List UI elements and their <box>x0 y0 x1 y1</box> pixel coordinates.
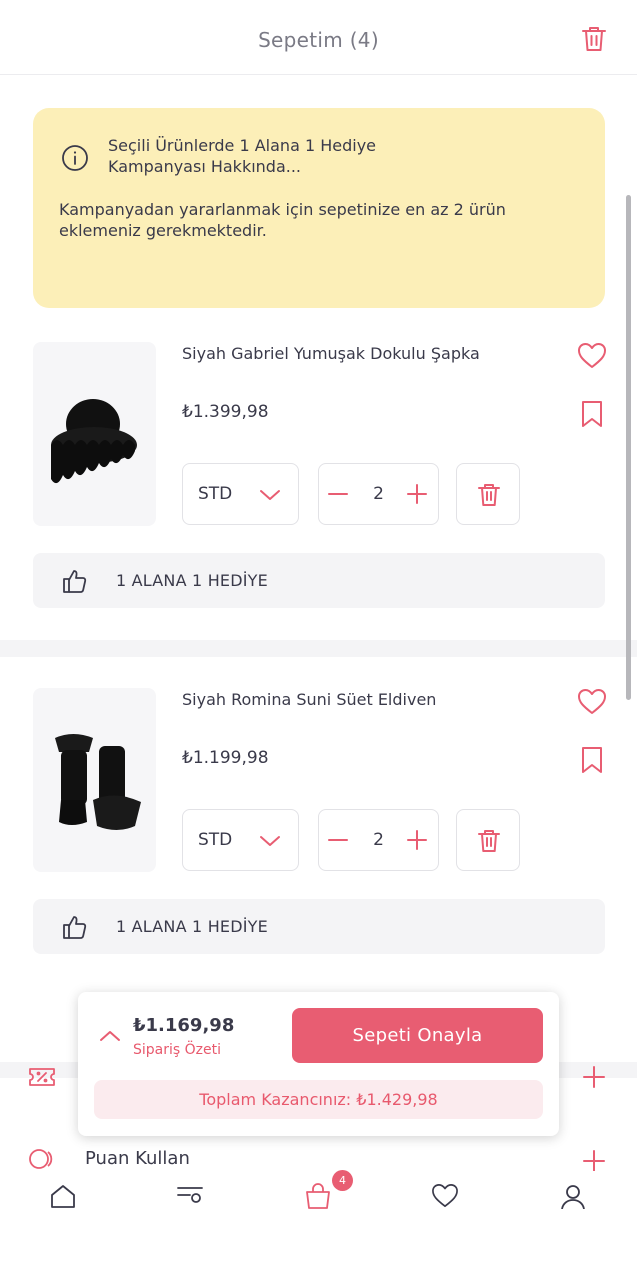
trash-icon <box>478 484 500 506</box>
size-value: STD <box>198 484 233 504</box>
product-image-hat[interactable] <box>33 342 156 526</box>
points-icon[interactable] <box>28 1147 56 1171</box>
total-savings: Toplam Kazancınız: ₺1.429,98 <box>94 1080 543 1119</box>
remove-item-button[interactable] <box>456 463 520 525</box>
promo-label: 1 ALANA 1 HEDİYE <box>116 571 268 590</box>
plus-icon[interactable] <box>583 1066 605 1088</box>
order-summary-panel: ₺1.169,98 Sipariş Özeti Sepeti Onayla To… <box>78 992 559 1136</box>
cart-item: Siyah Gabriel Yumuşak Dokulu Şapka ₺1.39… <box>0 342 637 632</box>
info-icon <box>62 145 88 171</box>
cart-icon[interactable] <box>304 1183 332 1209</box>
order-summary-link[interactable]: Sipariş Özeti <box>133 1042 221 1058</box>
campaign-title: Seçili Ürünlerde 1 Alana 1 Hediye Kampan… <box>108 136 377 176</box>
plus-icon[interactable] <box>407 484 427 504</box>
chevron-up-icon[interactable] <box>99 1029 121 1043</box>
size-select[interactable]: STD <box>182 809 299 871</box>
cart-section-1: Seçili Ürünlerde 1 Alana 1 Hediye Kampan… <box>0 75 637 640</box>
quantity-stepper: 2 <box>318 463 439 525</box>
cart-badge: 4 <box>332 1170 353 1191</box>
product-name[interactable]: Siyah Gabriel Yumuşak Dokulu Şapka <box>182 344 480 363</box>
account-icon[interactable] <box>560 1183 586 1209</box>
chevron-down-icon <box>260 490 280 500</box>
points-label[interactable]: Puan Kullan <box>85 1148 190 1169</box>
quantity-stepper: 2 <box>318 809 439 871</box>
promo-bar[interactable]: 1 ALANA 1 HEDİYE <box>33 899 605 954</box>
plus-icon[interactable] <box>407 830 427 850</box>
page-title: Sepetim (4) <box>258 28 379 52</box>
campaign-info-box[interactable]: Seçili Ürünlerde 1 Alana 1 Hediye Kampan… <box>33 108 605 308</box>
bottom-nav <box>0 1171 637 1211</box>
trash-icon[interactable] <box>580 24 608 54</box>
campaign-text: Kampanyadan yararlanmak için sepetinize … <box>59 200 506 240</box>
home-icon[interactable] <box>49 1183 77 1209</box>
thumbs-up-icon <box>63 570 87 593</box>
scrollbar[interactable] <box>626 195 631 700</box>
cart-item: Siyah Romina Suni Süet Eldiven ₺1.199,98… <box>0 688 637 978</box>
product-price: ₺1.199,98 <box>182 748 269 768</box>
plus-icon[interactable] <box>583 1150 605 1172</box>
size-select[interactable]: STD <box>182 463 299 525</box>
header: Sepetim (4) <box>0 0 637 75</box>
thumbs-up-icon <box>63 916 87 939</box>
promo-bar[interactable]: 1 ALANA 1 HEDİYE <box>33 553 605 608</box>
size-value: STD <box>198 830 233 850</box>
heart-icon[interactable] <box>577 342 607 370</box>
coupon-icon[interactable] <box>28 1064 56 1090</box>
remove-item-button[interactable] <box>456 809 520 871</box>
favorites-icon[interactable] <box>431 1183 459 1209</box>
categories-icon[interactable] <box>176 1183 204 1209</box>
bookmark-icon[interactable] <box>580 745 604 775</box>
order-total: ₺1.169,98 <box>133 1015 235 1036</box>
chevron-down-icon <box>260 836 280 846</box>
product-image-gloves[interactable] <box>33 688 156 872</box>
heart-icon[interactable] <box>577 688 607 716</box>
product-name[interactable]: Siyah Romina Suni Süet Eldiven <box>182 690 436 709</box>
confirm-cart-button[interactable]: Sepeti Onayla <box>292 1008 543 1063</box>
trash-icon <box>478 830 500 852</box>
promo-label: 1 ALANA 1 HEDİYE <box>116 917 268 936</box>
product-price: ₺1.399,98 <box>182 402 269 422</box>
bookmark-icon[interactable] <box>580 399 604 429</box>
